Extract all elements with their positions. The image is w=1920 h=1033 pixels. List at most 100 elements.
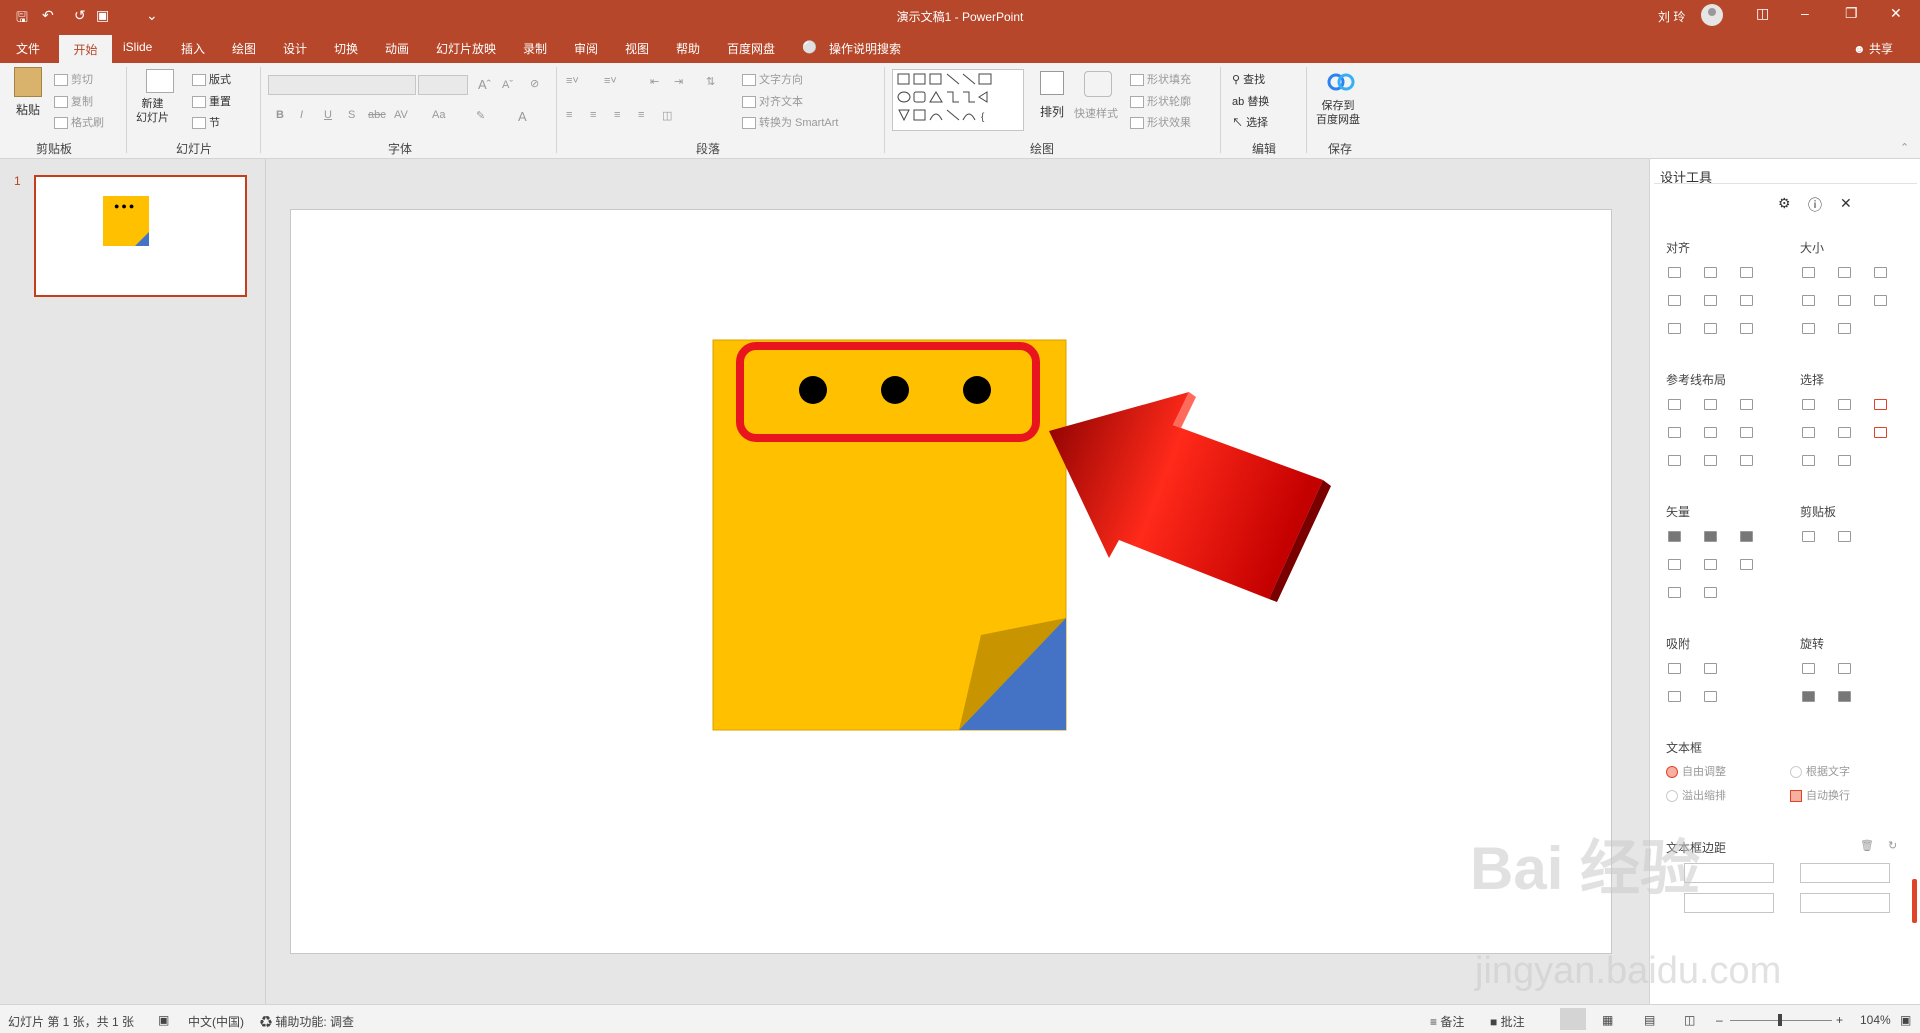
change-case-button[interactable]: Aa xyxy=(432,109,445,121)
stretch-left-icon[interactable] xyxy=(1802,295,1815,306)
fit-window-icon[interactable]: ▣ xyxy=(1900,1013,1911,1027)
close-pane-icon[interactable]: ✕ xyxy=(1840,195,1852,212)
save-baidu-button[interactable]: 保存到 百度网盘 xyxy=(1316,99,1360,127)
fit-text-option[interactable]: 根据文字 xyxy=(1790,763,1850,779)
wrap-option[interactable]: 自动换行 xyxy=(1790,787,1850,803)
indent-increase-icon[interactable]: ⇥ xyxy=(674,75,683,88)
tab-view[interactable]: 视图 xyxy=(625,40,649,57)
underline-button[interactable]: U xyxy=(324,109,332,121)
align-center-icon[interactable]: ≡ xyxy=(590,109,596,121)
settings-icon[interactable]: ⚙ xyxy=(1778,195,1791,212)
text-vector-icon[interactable] xyxy=(1668,587,1681,598)
slide[interactable] xyxy=(290,209,1612,954)
font-name-combo[interactable] xyxy=(268,75,416,95)
quick-styles-icon[interactable] xyxy=(1084,71,1112,97)
paste-button[interactable]: 粘贴 xyxy=(16,101,40,118)
tab-review[interactable]: 审阅 xyxy=(574,40,598,57)
stretch-bottom-icon[interactable] xyxy=(1838,323,1851,334)
shape-fill-button[interactable]: 形状填充 xyxy=(1130,71,1191,87)
align-right-icon[interactable]: ≡ xyxy=(614,109,620,121)
align-text-button[interactable]: 对齐文本 xyxy=(742,93,803,109)
guide-top-icon[interactable] xyxy=(1668,427,1681,438)
link-icon[interactable] xyxy=(1704,587,1717,598)
quick-styles-button[interactable]: 快速样式 xyxy=(1074,105,1118,121)
intersect-icon[interactable] xyxy=(1668,559,1681,570)
refresh-icon[interactable]: ↻ xyxy=(1888,839,1897,852)
tab-design[interactable]: 设计 xyxy=(283,40,307,57)
arrange-button[interactable]: 排列 xyxy=(1040,103,1064,120)
select-bottom-icon[interactable] xyxy=(1802,455,1815,466)
font-color-button[interactable]: A xyxy=(518,109,527,124)
shadow-button[interactable]: S xyxy=(348,109,355,121)
cut-button[interactable]: 剪切 xyxy=(54,71,93,87)
numbering-icon[interactable]: ≡˅ xyxy=(604,75,617,87)
select-pointer-icon[interactable] xyxy=(1874,427,1887,438)
ribbon-display-icon[interactable]: ◫ xyxy=(1756,5,1769,22)
zoom-slider-thumb[interactable] xyxy=(1778,1014,1782,1026)
align-right-icon[interactable] xyxy=(1740,267,1753,278)
stretch-right-icon[interactable] xyxy=(1838,295,1851,306)
align-middle-icon[interactable] xyxy=(1704,295,1717,306)
user-name[interactable]: 刘 玲 xyxy=(1658,8,1685,25)
guide-height-icon[interactable] xyxy=(1704,455,1717,466)
distribute-h-icon[interactable] xyxy=(1668,323,1681,334)
snap-left-icon[interactable] xyxy=(1668,663,1681,674)
zoom-out-icon[interactable]: – xyxy=(1716,1013,1723,1027)
clear-format-icon[interactable]: ⊘ xyxy=(530,77,539,90)
highlight-icon[interactable]: ✎ xyxy=(476,109,485,122)
baidu-cloud-icon[interactable] xyxy=(1326,69,1356,93)
bullets-icon[interactable]: ≡˅ xyxy=(566,75,579,87)
tab-islide[interactable]: iSlide xyxy=(123,40,152,54)
tab-home[interactable]: 开始 xyxy=(59,35,112,63)
notes-button[interactable]: ≡ 备注 xyxy=(1430,1013,1464,1030)
search-tell-me[interactable]: 操作说明搜索 xyxy=(829,40,901,57)
new-slide-icon[interactable] xyxy=(146,69,174,93)
format-painter-button[interactable]: 格式刷 xyxy=(54,114,104,130)
select-button[interactable]: ↖ 选择 xyxy=(1232,114,1268,130)
strikethrough-button[interactable]: abc xyxy=(368,109,386,121)
section-button[interactable]: 节 xyxy=(192,114,220,130)
guide-center-icon[interactable] xyxy=(1704,399,1717,410)
replace-button[interactable]: ab 替换 xyxy=(1232,93,1269,109)
tab-baidu[interactable]: 百度网盘 xyxy=(727,40,775,57)
guide-bottom-icon[interactable] xyxy=(1740,427,1753,438)
justify-icon[interactable]: ≡ xyxy=(638,109,644,121)
combine-icon[interactable] xyxy=(1704,531,1717,542)
select-similar-icon[interactable] xyxy=(1838,399,1851,410)
help-icon[interactable]: ⓘ xyxy=(1808,195,1822,215)
bold-button[interactable]: B xyxy=(276,109,284,121)
flip-h-icon[interactable] xyxy=(1802,691,1815,702)
font-size-combo[interactable] xyxy=(418,75,468,95)
snap-right-icon[interactable] xyxy=(1704,663,1717,674)
rotate-right-icon[interactable] xyxy=(1838,663,1851,674)
select-same-icon[interactable] xyxy=(1802,399,1815,410)
slideshow-view-icon[interactable]: ◫ xyxy=(1684,1013,1695,1027)
layout-button[interactable]: 版式 xyxy=(192,71,231,87)
overflow-option[interactable]: 溢出缩排 xyxy=(1666,787,1726,803)
select-layer-icon[interactable] xyxy=(1838,455,1851,466)
fragment-icon[interactable] xyxy=(1740,531,1753,542)
guide-fill-icon[interactable] xyxy=(1740,455,1753,466)
shape-effects-button[interactable]: 形状效果 xyxy=(1130,114,1191,130)
align-top-icon[interactable] xyxy=(1668,295,1681,306)
minimize-icon[interactable]: – xyxy=(1801,5,1809,21)
select-check-icon[interactable] xyxy=(1874,399,1887,410)
language-status[interactable]: 中文(中国) xyxy=(188,1013,244,1030)
tab-help[interactable]: 帮助 xyxy=(676,40,700,57)
auto-adjust-option[interactable]: 自由调整 xyxy=(1666,763,1726,779)
snap-bottom-icon[interactable] xyxy=(1704,691,1717,702)
accessibility-status[interactable]: ♻ 辅助功能: 调查 xyxy=(260,1013,354,1030)
shapes-gallery[interactable]: { xyxy=(892,69,1024,131)
red-arrow[interactable] xyxy=(1049,392,1331,602)
sorter-view-icon[interactable]: ▦ xyxy=(1602,1013,1613,1027)
line-spacing-icon[interactable]: ⇅ xyxy=(706,75,715,88)
new-slide-button[interactable]: 新建 幻灯片 xyxy=(136,97,169,125)
align-left-icon[interactable]: ≡ xyxy=(566,109,572,121)
shape-outline-button[interactable]: 形状轮廓 xyxy=(1130,93,1191,109)
guide-width-icon[interactable] xyxy=(1668,455,1681,466)
reset-button[interactable]: 重置 xyxy=(192,93,231,109)
same-size-icon[interactable] xyxy=(1874,267,1887,278)
align-center-icon[interactable] xyxy=(1704,267,1717,278)
copy-button[interactable]: 复制 xyxy=(54,93,93,109)
crop-icon[interactable] xyxy=(1740,559,1753,570)
